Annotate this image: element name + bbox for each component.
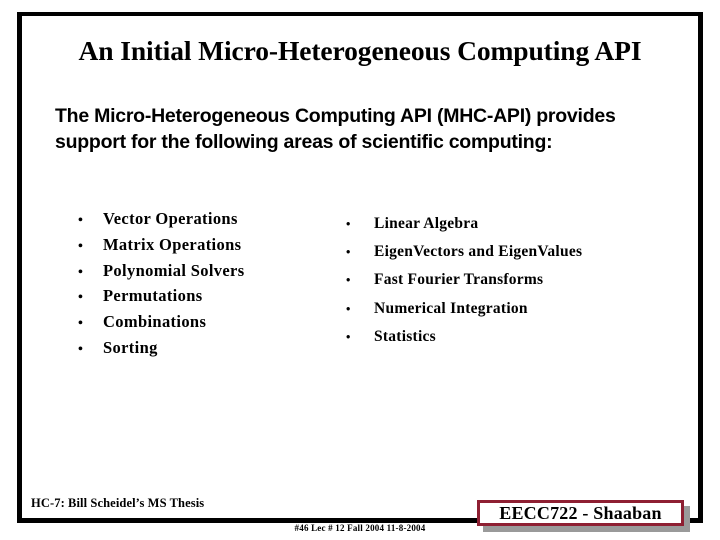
bullet-icon: •	[78, 341, 83, 357]
list-item: • Polynomial Solvers	[78, 261, 368, 287]
list-item-label: Fast Fourier Transforms	[374, 271, 544, 289]
list-item: • Matrix Operations	[78, 235, 368, 261]
list-item-label: Statistics	[374, 327, 436, 345]
list-item-label: Sorting	[103, 337, 158, 357]
list-item-label: EigenVectors and EigenValues	[374, 243, 583, 261]
bullet-icon: •	[78, 264, 83, 280]
list-item: • Fast Fourier Transforms	[346, 271, 686, 299]
list-item: • EigenVectors and EigenValues	[346, 243, 686, 271]
intro-paragraph: The Micro-Heterogeneous Computing API (M…	[55, 105, 616, 153]
list-item-label: Linear Algebra	[374, 215, 479, 232]
bullet-icon: •	[346, 329, 351, 344]
bullet-icon: •	[78, 290, 83, 306]
bullet-icon: •	[346, 217, 351, 231]
bullet-list-left: • Vector Operations • Matrix Operations …	[78, 209, 368, 364]
footer-source-note: HC-7: Bill Scheidel’s MS Thesis	[31, 496, 205, 510]
list-item-label: Combinations	[103, 312, 207, 332]
list-item-label: Matrix Operations	[103, 234, 242, 254]
list-item: • Sorting	[78, 338, 368, 364]
list-item-label: Permutations	[103, 286, 203, 306]
list-item: • Linear Algebra	[346, 215, 686, 243]
bullet-icon: •	[346, 273, 351, 288]
list-item-label: Numerical Integration	[374, 299, 528, 317]
course-badge: EECC722 - Shaaban	[477, 500, 684, 526]
list-item: • Statistics	[346, 328, 686, 356]
course-badge-label: EECC722 - Shaaban	[499, 502, 662, 523]
list-item: • Numerical Integration	[346, 300, 686, 328]
bullet-icon: •	[346, 245, 351, 260]
bullet-icon: •	[78, 316, 83, 332]
bullet-icon: •	[78, 238, 83, 254]
bullet-list-right: • Linear Algebra • EigenVectors and Eige…	[346, 215, 686, 356]
bullet-icon: •	[346, 301, 351, 316]
list-item: • Combinations	[78, 312, 368, 338]
list-item: • Permutations	[78, 286, 368, 312]
list-item: • Vector Operations	[78, 209, 368, 235]
bullet-icon: •	[78, 213, 83, 228]
page-title: An Initial Micro-Heterogeneous Computing…	[78, 35, 642, 66]
list-item-label: Vector Operations	[103, 209, 238, 228]
list-item-label: Polynomial Solvers	[103, 260, 245, 280]
